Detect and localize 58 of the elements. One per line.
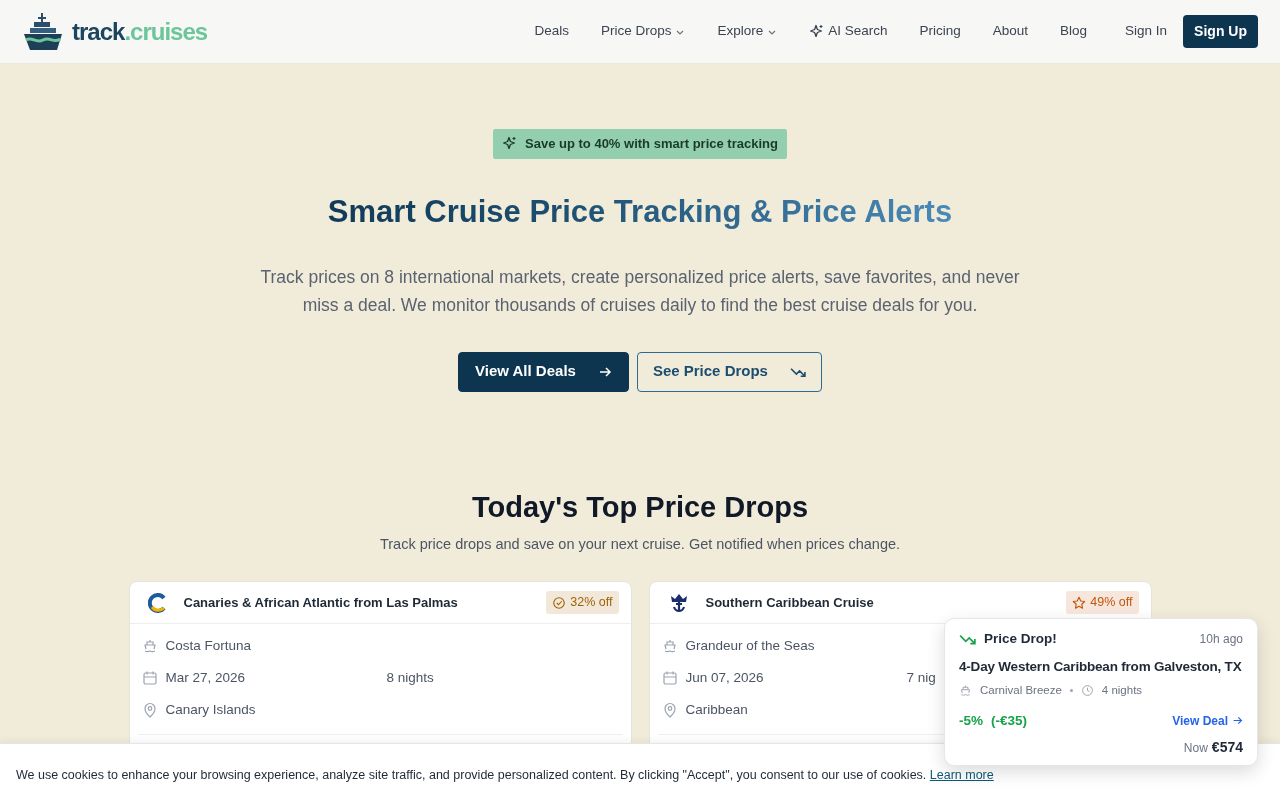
location-pin-icon — [141, 702, 158, 718]
discount-badge: 49% off — [1066, 591, 1139, 614]
view-deal-link[interactable]: View Deal — [1172, 711, 1243, 730]
cruise-line-logo-icon — [147, 592, 168, 613]
ship-icon — [661, 638, 678, 654]
star-icon — [1072, 595, 1087, 610]
clock-icon — [1080, 683, 1094, 697]
nights-text: 7 nig — [906, 668, 936, 687]
sign-in-link[interactable]: Sign In — [1125, 15, 1168, 48]
nights-text: 4 nights — [1101, 682, 1143, 698]
hero-description: Track prices on 8 international markets, create personalized price alerts, save favorites, and never miss a deal. We monitor thousands of cruises daily to find the best cruise deals for you. — [259, 265, 1021, 317]
price-change: -5% — [959, 711, 983, 730]
calendar-icon — [661, 670, 678, 686]
ship-name: Carnival Breeze — [980, 682, 1062, 698]
price-label: Now — [1183, 740, 1208, 757]
check-circle-icon — [552, 595, 567, 610]
cruise-route: 4-Day Western Caribbean from Galveston, TX — [959, 658, 1242, 677]
section-title: Today's Top Price Drops — [471, 489, 809, 525]
trending-down-icon — [959, 632, 976, 647]
ship-icon — [959, 683, 972, 697]
departure-date: Mar 27, 2026 — [165, 668, 247, 687]
arrow-right-icon — [597, 364, 612, 379]
ship-name: Costa Fortuna — [165, 636, 252, 655]
ship-icon — [141, 638, 158, 654]
price-change-amount: (-€35) — [991, 711, 1028, 730]
see-price-drops-button[interactable]: See Price Drops — [636, 351, 822, 392]
discount-badge: 32% off — [546, 591, 619, 614]
current-price: €574 — [1211, 738, 1243, 757]
notification-title: Price Drop! — [984, 630, 1057, 648]
nav-link[interactable]: Pricing — [919, 15, 961, 48]
section-subtitle: Track price drops and save on your next cruise. Get notified when prices change. — [379, 535, 901, 555]
view-all-deals-button[interactable]: View All Deals — [458, 351, 629, 392]
sparkle-icon — [502, 136, 518, 152]
deal-title: Canaries & African Atlantic from Las Palmas — [183, 593, 458, 612]
nav-link[interactable]: Price Drops — [600, 15, 686, 48]
logo-text[interactable]: track.cruises — [72, 13, 208, 50]
deal-title: Southern Caribbean Cruise — [705, 593, 874, 612]
nav-link[interactable]: Blog — [1060, 15, 1088, 48]
learn-more-link[interactable]: Learn more — [929, 768, 994, 782]
ship-name: Grandeur of the Seas — [685, 636, 815, 655]
sparkle-icon — [809, 24, 825, 39]
sign-up-button[interactable]: Sign Up — [1183, 15, 1258, 48]
region-name: Canary Islands — [165, 700, 256, 719]
calendar-icon — [141, 670, 158, 686]
separator-dot — [1069, 688, 1073, 692]
ship-logo-icon — [22, 11, 64, 52]
notification-time: 10h ago — [1199, 631, 1243, 649]
nav-link[interactable]: Deals — [534, 15, 569, 48]
nav-link[interactable]: AI Search — [809, 15, 888, 48]
departure-date: Jun 07, 2026 — [685, 668, 765, 687]
arrow-right-icon — [1232, 715, 1243, 727]
nights-text: 8 nights — [386, 668, 434, 687]
nav-link[interactable]: Explore — [717, 15, 778, 48]
promo-text: Save up to 40% with smart price tracking — [525, 135, 778, 153]
location-pin-icon — [661, 702, 678, 718]
cookie-notice: We use cookies to enhance your browsing experience, analyze site traffic, and provide personalized content. By clicking "Accept", you consent to our use of cookies. Learn more — [16, 767, 995, 784]
nav-link[interactable]: About — [992, 15, 1029, 48]
region-name: Caribbean — [685, 700, 748, 719]
